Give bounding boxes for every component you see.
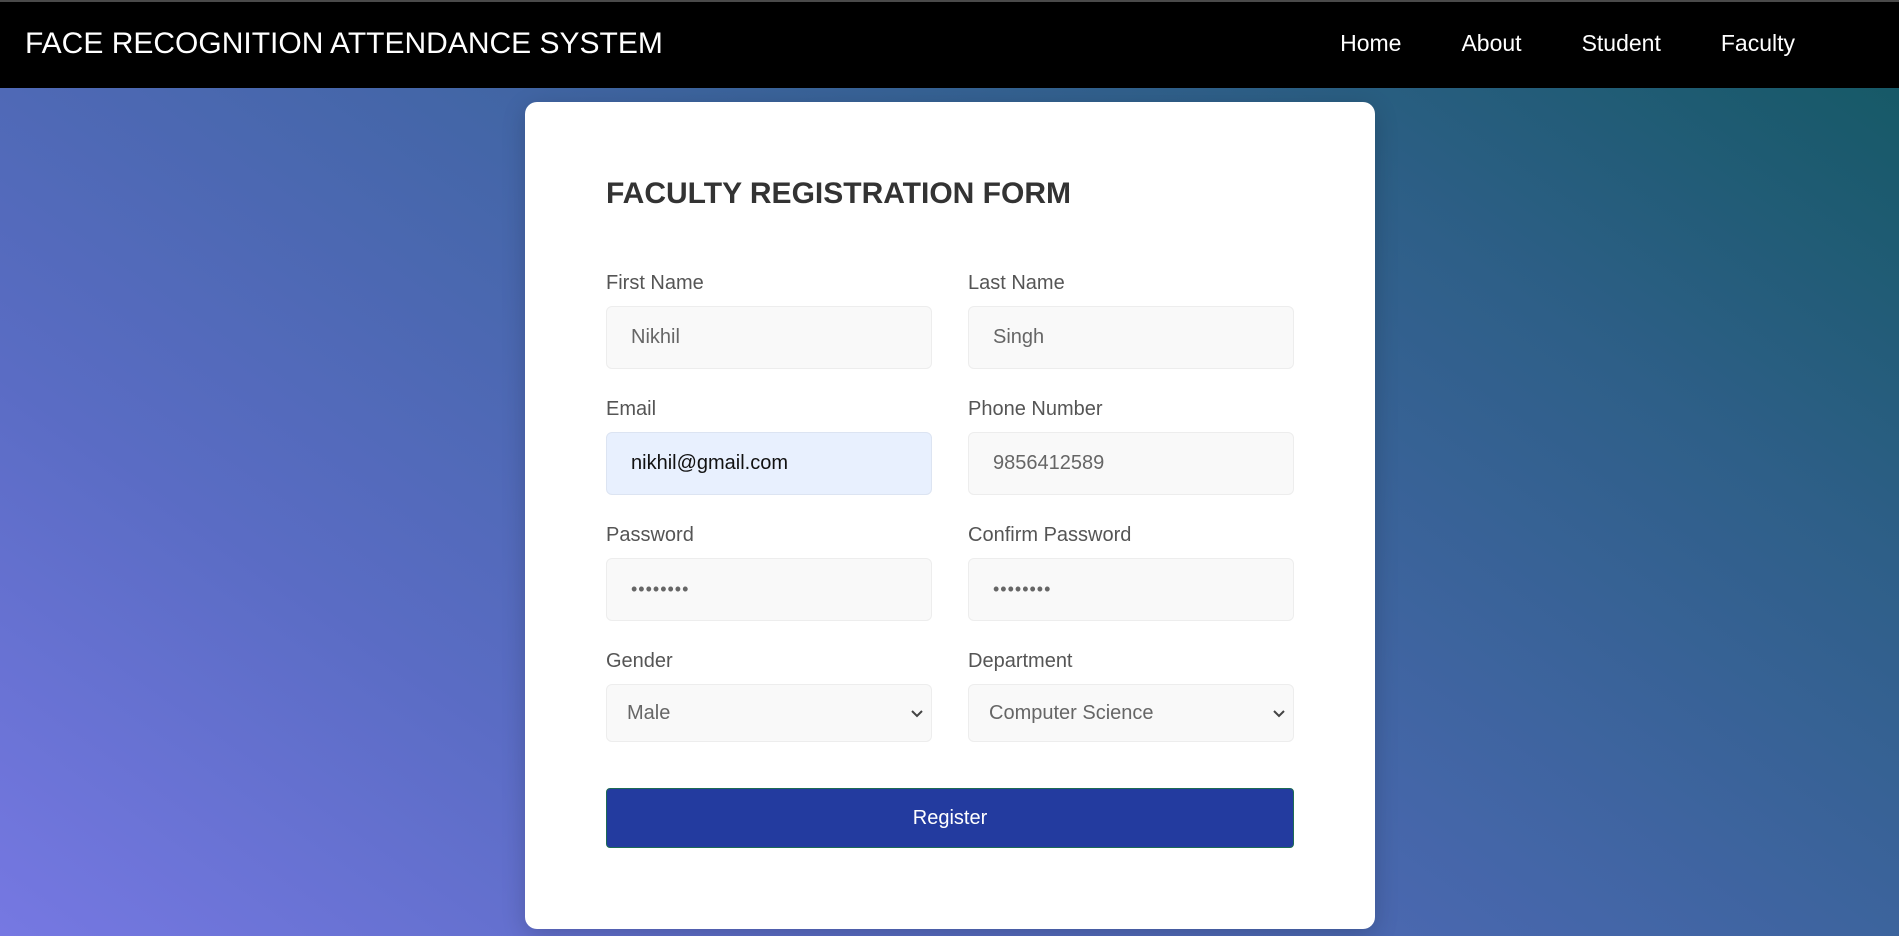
gender-selected-value: Male	[627, 702, 671, 724]
department-selected-value: Computer Science	[989, 702, 1154, 724]
nav-link-about[interactable]: About	[1461, 30, 1521, 57]
department-select[interactable]: Computer Science	[968, 684, 1294, 742]
confirm-password-group: Confirm Password	[968, 524, 1294, 621]
confirm-password-input[interactable]	[968, 558, 1294, 621]
form-title: FACULTY REGISTRATION FORM	[606, 177, 1071, 210]
registration-card: FACULTY REGISTRATION FORM First Name Las…	[525, 102, 1375, 929]
chevron-down-icon	[911, 710, 923, 718]
department-label: Department	[968, 650, 1073, 672]
chevron-down-icon	[1273, 710, 1285, 718]
first-name-input[interactable]	[606, 306, 932, 369]
department-group: Department Computer Science	[968, 650, 1294, 742]
email-group: Email	[606, 398, 932, 495]
register-button[interactable]: Register	[606, 788, 1294, 848]
last-name-input[interactable]	[968, 306, 1294, 369]
confirm-password-label: Confirm Password	[968, 524, 1132, 546]
phone-group: Phone Number	[968, 398, 1294, 495]
last-name-group: Last Name	[968, 272, 1294, 369]
navbar: FACE RECOGNITION ATTENDANCE SYSTEM Home …	[0, 0, 1899, 88]
gender-group: Gender Male	[606, 650, 932, 742]
gender-select[interactable]: Male	[606, 684, 932, 742]
gender-label: Gender	[606, 650, 673, 672]
nav-link-home[interactable]: Home	[1340, 30, 1401, 57]
phone-label: Phone Number	[968, 398, 1103, 420]
password-label: Password	[606, 524, 694, 546]
password-input[interactable]	[606, 558, 932, 621]
first-name-label: First Name	[606, 272, 704, 294]
brand-title: FACE RECOGNITION ATTENDANCE SYSTEM	[25, 27, 663, 60]
password-group: Password	[606, 524, 932, 621]
phone-input[interactable]	[968, 432, 1294, 495]
last-name-label: Last Name	[968, 272, 1065, 294]
nav-links: Home About Student Faculty	[1280, 30, 1795, 57]
nav-link-faculty[interactable]: Faculty	[1721, 30, 1795, 57]
email-input[interactable]	[606, 432, 932, 495]
email-label: Email	[606, 398, 657, 420]
first-name-group: First Name	[606, 272, 932, 369]
nav-link-student[interactable]: Student	[1582, 30, 1661, 57]
